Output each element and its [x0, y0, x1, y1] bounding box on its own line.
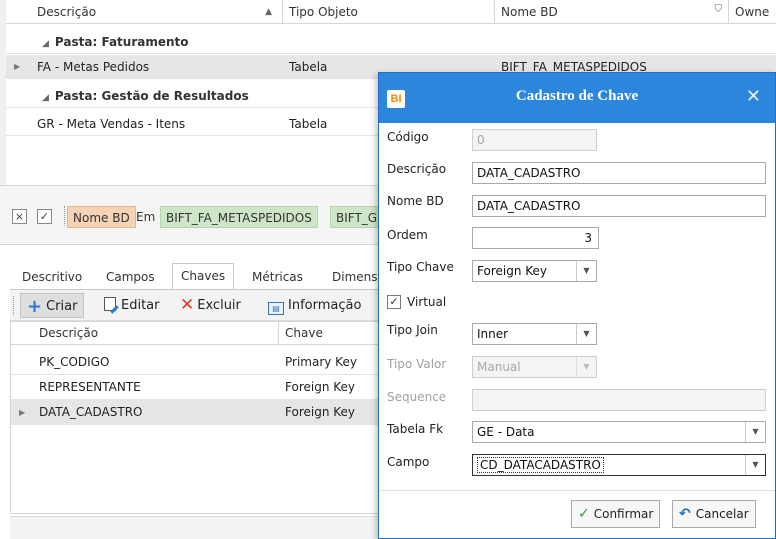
editar-button[interactable]: Editar	[98, 293, 166, 318]
filter-icon[interactable]: ⛉	[715, 0, 723, 22]
collapse-icon[interactable]: ◢	[42, 39, 49, 49]
info-card-icon: ▤	[268, 302, 284, 315]
chevron-down-icon[interactable]: ▼	[576, 324, 596, 344]
column-header-descricao[interactable]: Descrição	[33, 322, 279, 345]
tabela-fk-label: Tabela Fk	[387, 422, 444, 436]
chevron-down-icon[interactable]: ▼	[745, 422, 765, 442]
tipo-valor-select: Manual ▼	[472, 356, 597, 378]
campo-label: Campo	[387, 455, 430, 469]
tipo-chave-select[interactable]: Foreign Key ▼	[472, 260, 597, 282]
check-icon: ✓	[578, 506, 590, 522]
tipo-chave-label: Tipo Chave	[387, 260, 454, 274]
ordem-label: Ordem	[387, 228, 428, 242]
undo-icon: ↶	[679, 506, 691, 522]
filter-field-chip[interactable]: Nome BD	[67, 206, 136, 228]
descricao-label: Descrição	[387, 162, 447, 176]
enable-filter-checkbox[interactable]: ✓	[37, 209, 52, 224]
column-header-chave[interactable]: Chave	[279, 322, 389, 345]
tipo-join-select[interactable]: Inner ▼	[472, 323, 597, 345]
virtual-label[interactable]: Virtual	[407, 295, 446, 309]
column-header-tipo-objeto[interactable]: Tipo Objeto	[283, 0, 495, 24]
filter-grip	[64, 206, 66, 226]
tab-campos[interactable]: Campos	[106, 265, 155, 289]
filter-operator[interactable]: Em	[131, 206, 160, 228]
confirmar-button[interactable]: ✓ Confirmar	[571, 500, 661, 528]
ordem-field[interactable]: 3	[472, 227, 599, 249]
codigo-label: Código	[387, 130, 429, 144]
virtual-checkbox[interactable]: ✓	[387, 295, 401, 309]
objects-grid-header: Descrição ▲ Tipo Objeto Nome BD ⛉ Owne	[6, 0, 776, 24]
chevron-down-icon[interactable]: ▼	[745, 455, 765, 475]
tipo-join-label: Tipo Join	[387, 323, 438, 337]
row-indicator-icon: ▶	[14, 62, 21, 71]
collapse-icon[interactable]: ◢	[42, 93, 49, 103]
dialog-footer: ✓ Confirmar ↶ Cancelar	[379, 490, 775, 538]
column-header-descricao[interactable]: Descrição ▲	[31, 0, 283, 24]
criar-button[interactable]: + Criar	[20, 293, 85, 318]
sequence-field	[472, 389, 766, 411]
chevron-down-icon[interactable]: ▼	[576, 261, 596, 281]
dialog-title: Cadastro de Chave	[515, 88, 639, 104]
row-indicator-icon: ▶	[19, 408, 26, 417]
close-icon[interactable]: ✕	[746, 86, 761, 107]
tipo-valor-label: Tipo Valor	[387, 357, 447, 371]
edit-icon	[104, 297, 116, 311]
dialog-title-bar[interactable]: BI Cadastro de Chave ✕	[379, 73, 775, 123]
nome-bd-field[interactable]: DATA_CADASTRO	[472, 195, 766, 217]
delete-icon: ✕	[180, 295, 195, 315]
tab-descritivo[interactable]: Descritivo	[22, 265, 82, 289]
tab-metricas[interactable]: Métricas	[252, 265, 303, 289]
excluir-button[interactable]: ✕ Excluir	[174, 293, 247, 318]
filter-value-chip[interactable]: BIFT_G	[330, 206, 384, 228]
nome-bd-label: Nome BD	[387, 194, 444, 208]
informacao-button[interactable]: ▤ Informação	[262, 293, 367, 318]
filter-value-chip[interactable]: BIFT_FA_METASPEDIDOS	[160, 206, 318, 228]
chevron-down-icon: ▼	[576, 357, 596, 377]
plus-icon: +	[27, 296, 43, 317]
descricao-field[interactable]: DATA_CADASTRO	[472, 162, 766, 184]
cancelar-button[interactable]: ↶ Cancelar	[672, 500, 756, 528]
clear-filter-button[interactable]: ×	[12, 209, 27, 224]
tab-chaves[interactable]: Chaves	[172, 263, 235, 290]
campo-select[interactable]: CD_DATACADASTRO ▼	[472, 454, 766, 476]
sort-ascending-icon: ▲	[265, 7, 272, 17]
cadastro-chave-dialog: BI Cadastro de Chave ✕ Código 0 Descriçã…	[378, 72, 776, 539]
column-header-nome-bd[interactable]: Nome BD ⛉	[495, 0, 729, 24]
sequence-label: Sequence	[387, 390, 447, 404]
column-header-owner[interactable]: Owne	[729, 0, 776, 24]
codigo-field: 0	[472, 129, 597, 151]
group-row-faturamento[interactable]: ◢ Pasta: Faturamento	[6, 30, 776, 54]
tabela-fk-select[interactable]: GE - Data ▼	[472, 421, 766, 443]
tab-dimensoes[interactable]: Dimensõ	[332, 265, 385, 289]
